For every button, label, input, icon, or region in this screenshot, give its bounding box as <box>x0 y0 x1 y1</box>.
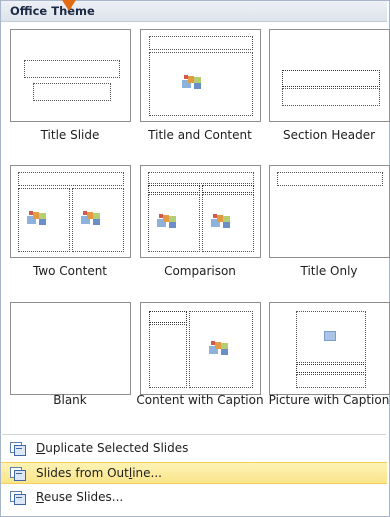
layout-thumbnail[interactable] <box>10 302 131 395</box>
layout-thumbnail[interactable] <box>10 165 131 258</box>
right-heading-placeholder <box>202 185 254 193</box>
title-placeholder <box>24 60 120 78</box>
menu-item-label: Reuse Slides... <box>36 490 124 504</box>
layout-label: Blank <box>53 393 87 407</box>
text-placeholder <box>282 88 380 106</box>
title-placeholder <box>282 70 380 87</box>
content-icons-icon <box>157 214 177 228</box>
title-placeholder <box>277 172 383 186</box>
layout-label: Picture with Caption <box>268 393 390 407</box>
duplicate-selected-slides-item[interactable]: Duplicate Selected Slides <box>1 438 387 460</box>
caption-title-placeholder <box>296 364 366 373</box>
layout-thumbnail[interactable] <box>269 165 390 258</box>
layout-thumbnail[interactable] <box>140 29 261 122</box>
content-icons-icon <box>182 75 202 89</box>
left-heading-placeholder <box>148 185 200 193</box>
slides-from-outline-item[interactable]: Slides from Outline... <box>1 462 387 484</box>
title-placeholder <box>148 172 254 184</box>
caption-title-placeholder <box>149 311 187 323</box>
caption-text-placeholder <box>149 324 187 388</box>
theme-group-title: Office Theme <box>10 4 95 18</box>
layout-gallery: Title Slide Title and Content Section He… <box>0 22 390 432</box>
content-icons-icon <box>211 214 231 228</box>
layout-thumbnail[interactable] <box>140 302 261 395</box>
layout-label: Title Only <box>300 264 358 278</box>
layout-thumbnail[interactable] <box>10 29 131 122</box>
layout-label: Comparison <box>164 264 236 278</box>
layout-label: Content with Caption <box>136 393 264 407</box>
slides-from-outline-icon <box>10 467 26 481</box>
menu-separator <box>2 434 386 435</box>
layout-label: Title Slide <box>40 128 100 142</box>
content-icons-icon <box>81 211 101 225</box>
menu-item-label: Slides from Outline... <box>36 466 162 480</box>
subtitle-placeholder <box>33 83 111 101</box>
gallery-header: Office Theme <box>1 1 387 22</box>
layout-label: Title and Content <box>148 128 252 142</box>
layout-thumbnail[interactable] <box>140 165 261 258</box>
content-icons-icon <box>209 341 229 355</box>
caption-text-placeholder <box>296 374 366 388</box>
layout-thumbnail[interactable] <box>269 29 390 122</box>
layout-thumbnail[interactable] <box>269 302 390 395</box>
picture-icon <box>324 331 336 341</box>
title-placeholder <box>18 172 124 186</box>
layout-label: Section Header <box>282 128 376 142</box>
title-placeholder <box>149 36 253 50</box>
layout-label: Two Content <box>32 264 108 278</box>
reuse-slides-icon <box>10 491 26 505</box>
reuse-slides-item[interactable]: Reuse Slides... <box>1 487 387 509</box>
menu-item-label: Duplicate Selected Slides <box>36 441 189 455</box>
duplicate-slides-icon <box>10 442 26 456</box>
content-icons-icon <box>27 211 47 225</box>
cursor-arrow-icon <box>62 0 76 11</box>
